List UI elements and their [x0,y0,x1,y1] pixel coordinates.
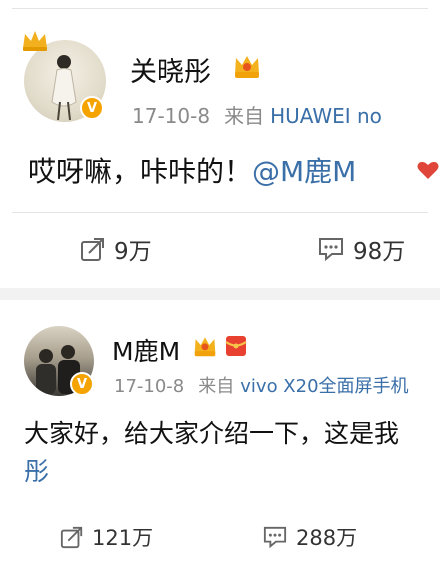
heart-icon [417,161,439,179]
from-label: 来自 [224,104,265,128]
post-meta: 17-10-8 来自 HUAWEI no [132,100,382,129]
vip-crown-icon[interactable] [192,334,218,358]
repost-icon [60,525,84,549]
avatar[interactable]: V [24,40,106,122]
post-text: 哎呀嘛，咔咔的！@M鹿M [28,150,356,190]
comment-icon [317,236,345,262]
avatar[interactable]: V [24,326,94,396]
post-date: 17-10-8 [114,376,185,397]
post-date: 17-10-8 [132,104,211,128]
comment-count: 288万 [296,526,358,550]
username[interactable]: 关晓彤 [130,50,211,89]
post-text: 大家好，给大家介绍一下，这是我 [24,419,400,448]
post-source[interactable]: HUAWEI no [270,104,382,128]
weibo-post: V M鹿M 17-10-8 来自 vivo X20全面屏手机 大家好，给大家介绍一下… [0,300,440,575]
divider [12,8,428,9]
divider [12,212,428,213]
crown-icon [23,31,47,51]
vip-crown-icon[interactable] [232,52,262,80]
comment-count: 98万 [353,239,406,265]
username[interactable]: M鹿M [112,332,180,368]
post-source[interactable]: vivo X20全面屏手机 [240,376,408,397]
comment-icon [262,525,288,549]
post-meta: 17-10-8 来自 vivo X20全面屏手机 [114,372,409,398]
comment-button[interactable]: 98万 [317,232,405,266]
repost-button[interactable]: 121万 [60,522,153,552]
post-separator [0,288,440,300]
repost-count: 121万 [92,526,154,550]
mention-link[interactable]: @M鹿M [252,155,356,188]
weibo-post: V 关晓彤 17-10-8 来自 HUAWEI no 哎呀嘛，咔咔的！@M鹿M 9万… [0,0,440,288]
verified-v-icon: V [80,96,104,120]
repost-icon [80,236,106,262]
repost-count: 9万 [114,239,152,265]
post-text-content: 哎呀嘛，咔咔的！ [28,155,253,188]
verified-v-icon: V [70,372,94,396]
repost-button[interactable]: 9万 [80,232,152,266]
from-label: 来自 [198,376,235,397]
comment-button[interactable]: 288万 [262,522,357,552]
post-text-continued[interactable]: 彤 [24,452,49,488]
red-envelope-icon[interactable] [224,334,248,358]
